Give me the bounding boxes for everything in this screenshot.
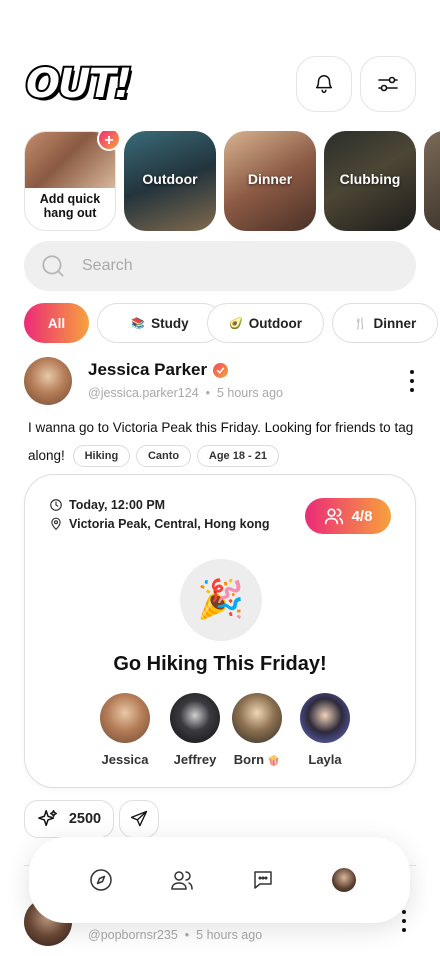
chip-dinner-label: Dinner	[373, 315, 417, 331]
meta-separator: •	[184, 928, 190, 942]
tag-canto[interactable]: Canto	[135, 445, 192, 467]
second-post-handle: @popbornsr235	[88, 928, 178, 942]
add-plus-icon[interactable]: +	[97, 131, 121, 151]
popcorn-icon: 🍿	[267, 756, 281, 767]
more-options-icon[interactable]	[400, 910, 408, 932]
member-name: Born	[233, 752, 265, 767]
filter-chips: All 📚 Study 🥑 Outdoor 🍴 Dinner	[24, 303, 440, 343]
post-header: Jessica Parker @jessica.parker124 • 5 ho…	[24, 356, 416, 406]
meta-separator: •	[205, 386, 211, 400]
tag-hiking[interactable]: Hiking	[72, 445, 131, 467]
participants-count: 4/8	[351, 507, 373, 525]
sparkles-icon	[37, 810, 57, 827]
party-popper-icon: 🎉	[180, 559, 262, 641]
story-next-peek[interactable]	[424, 131, 440, 231]
bell-icon	[315, 75, 333, 93]
verified-badge-icon	[213, 362, 229, 378]
member-avatar	[100, 693, 150, 743]
notifications-button[interactable]	[296, 56, 352, 112]
author-avatar[interactable]	[24, 357, 72, 405]
friends-icon	[171, 871, 193, 890]
sparkle-count: 2500	[68, 811, 102, 827]
app-logo[interactable]: OUT!	[24, 60, 144, 108]
filter-settings-button[interactable]	[360, 56, 416, 112]
chip-study-label: Study	[151, 315, 189, 331]
author-handle: @jessica.parker124	[88, 386, 199, 400]
event-card[interactable]: Today, 12:00 PM Victoria Peak, Central, …	[24, 474, 416, 788]
member-name: Layla	[308, 752, 342, 767]
bottom-navigation	[29, 837, 410, 923]
story-outdoor-label: Outdoor	[142, 171, 198, 187]
avocado-icon: 🥑	[229, 317, 243, 330]
member-jeffrey[interactable]: Jeffrey	[160, 693, 230, 767]
header: OUT!	[24, 56, 416, 112]
more-options-icon[interactable]	[408, 370, 416, 392]
member-name-row: Born 🍿	[222, 752, 292, 767]
story-dinner[interactable]: Dinner	[224, 131, 316, 231]
story-dinner-label: Dinner	[247, 171, 293, 187]
cutlery-icon: 🍴	[353, 317, 368, 330]
users-icon	[324, 508, 343, 525]
author-name-text: Jessica Parker	[88, 360, 208, 379]
nav-chat[interactable]	[251, 868, 275, 892]
author-name[interactable]: Jessica Parker	[88, 360, 229, 380]
member-jessica[interactable]: Jessica	[90, 693, 160, 767]
second-post-time: 5 hours ago	[196, 928, 263, 942]
event-time: Today, 12:00 PM	[49, 498, 165, 512]
chip-all-label: All	[47, 315, 66, 331]
tag-age[interactable]: Age 18 - 21	[196, 445, 279, 467]
post-body: I wanna go to Victoria Peak this Friday.…	[28, 414, 414, 470]
nav-friends[interactable]	[170, 868, 194, 892]
send-icon	[130, 810, 148, 827]
nav-profile[interactable]	[332, 868, 356, 892]
story-outdoor[interactable]: Outdoor	[124, 131, 216, 231]
member-avatar	[170, 693, 220, 743]
second-post-meta: @popbornsr235 • 5 hours ago	[88, 928, 262, 942]
share-button[interactable]	[119, 800, 159, 838]
clock-icon	[50, 499, 62, 511]
sliders-icon	[378, 76, 398, 92]
chip-outdoor[interactable]: 🥑 Outdoor	[207, 303, 324, 343]
sparkle-button[interactable]: 2500	[24, 800, 114, 838]
member-name: Jeffrey	[173, 752, 217, 767]
chip-all[interactable]: All	[24, 303, 89, 343]
story-clubbing[interactable]: Clubbing	[324, 131, 416, 231]
chip-dinner[interactable]: 🍴 Dinner	[332, 303, 438, 343]
event-time-text: Today, 12:00 PM	[69, 498, 166, 512]
post-time: 5 hours ago	[216, 386, 283, 400]
search-bar[interactable]	[24, 241, 416, 291]
location-pin-icon	[51, 517, 61, 531]
compass-icon	[90, 869, 112, 891]
chip-outdoor-label: Outdoor	[248, 315, 302, 331]
event-title: Go Hiking This Friday!	[113, 653, 327, 675]
search-icon	[42, 255, 64, 277]
member-born[interactable]: Born 🍿	[222, 693, 292, 767]
story-clubbing-label: Clubbing	[339, 171, 401, 187]
books-icon: 📚	[131, 317, 146, 330]
post-meta: @jessica.parker124 • 5 hours ago	[88, 386, 283, 400]
add-quick-hangout-label: Add quick hang out	[39, 192, 101, 220]
member-avatar	[232, 693, 282, 743]
search-input[interactable]	[82, 257, 382, 275]
stories-row: Add quick hang out + Outdoor Dinner Club…	[24, 131, 440, 231]
member-list: Jessica Jeffrey Born 🍿 Layla	[90, 693, 360, 773]
chip-study[interactable]: 📚 Study	[97, 303, 223, 343]
chat-icon	[254, 871, 272, 889]
member-avatar	[300, 693, 350, 743]
profile-avatar	[332, 868, 356, 892]
nav-explore[interactable]	[89, 868, 113, 892]
event-location-text: Victoria Peak, Central, Hong kong	[69, 517, 270, 531]
event-location: Victoria Peak, Central, Hong kong	[49, 517, 270, 531]
member-name: Jessica	[101, 752, 149, 767]
participants-count-badge[interactable]: 4/8	[305, 498, 391, 534]
member-layla[interactable]: Layla	[290, 693, 360, 767]
